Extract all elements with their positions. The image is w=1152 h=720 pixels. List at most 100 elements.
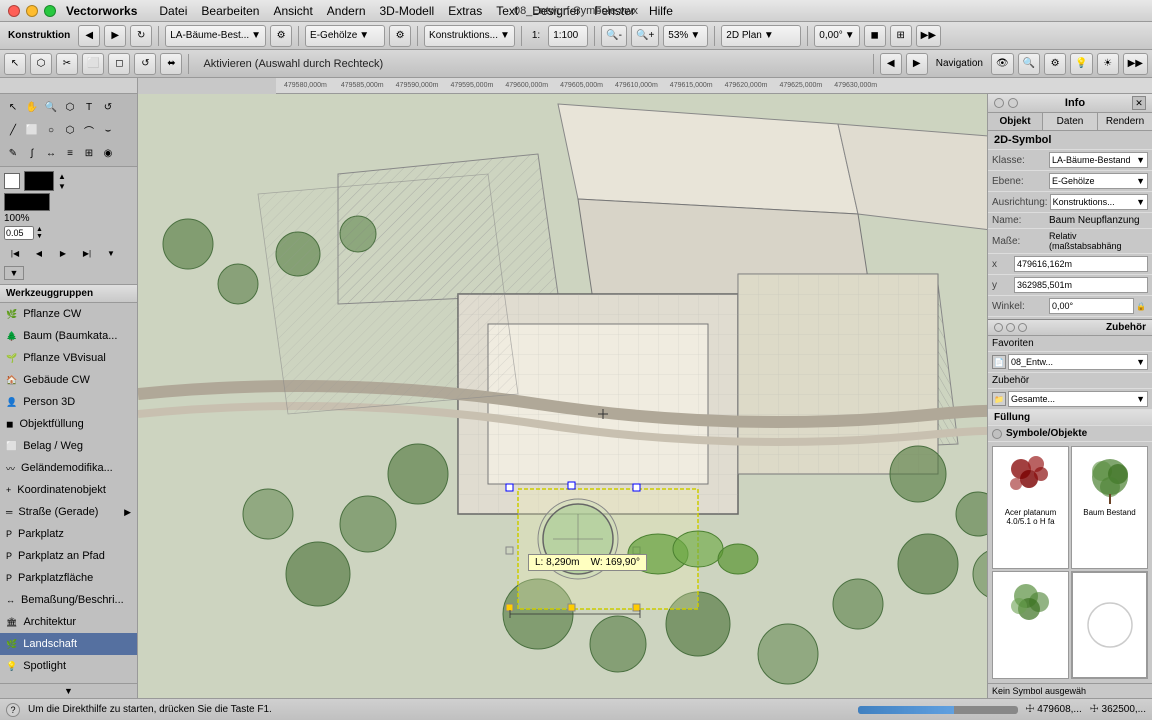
- color-up[interactable]: ▲: [58, 172, 66, 181]
- 3d-view-btn[interactable]: 👁: [991, 53, 1014, 75]
- fav-icon[interactable]: 📄: [992, 355, 1006, 369]
- color-down[interactable]: ▼: [58, 182, 66, 191]
- zub-dropdown[interactable]: Gesamte...▼: [1008, 391, 1148, 407]
- symbol-arrow[interactable]: ▼: [4, 266, 133, 280]
- fillet-tool[interactable]: ⌣: [97, 119, 119, 141]
- fill-black[interactable]: [4, 193, 50, 211]
- rotate-tool[interactable]: ↺: [134, 53, 156, 75]
- refresh-button[interactable]: ↻: [130, 25, 152, 47]
- rotate2-tool[interactable]: ↺: [97, 96, 119, 118]
- symbol-acer[interactable]: Acer platanum 4.0/5.1 o H fa: [992, 446, 1069, 569]
- reshape-tool[interactable]: ⬡: [30, 53, 52, 75]
- mirror-tool[interactable]: ⬌: [160, 53, 182, 75]
- symbol-kein[interactable]: [1071, 571, 1148, 679]
- klasse-dropdown[interactable]: LA-Bäume-Bestand▼: [1049, 152, 1148, 168]
- sidebar-item-bemass[interactable]: ↔ Bemaßung/Beschri...: [0, 589, 137, 611]
- sidebar-item-strasse[interactable]: ═ Straße (Gerade) ▶: [0, 501, 137, 523]
- view-3d-dropdown[interactable]: 2D Plan▼: [721, 25, 801, 47]
- select-tool[interactable]: ↖: [4, 53, 26, 75]
- zoom-out[interactable]: 🔍-: [601, 25, 627, 47]
- lineweight-input[interactable]: [4, 226, 34, 240]
- nav-next[interactable]: ▶: [906, 53, 928, 75]
- sidebar-item-geland[interactable]: 〰 Geländemodifika...: [0, 457, 137, 479]
- rotation-dropdown[interactable]: 0,00°▼: [814, 25, 859, 47]
- sidebar-item-parkplatzflache[interactable]: P Parkplatzfläche: [0, 567, 137, 589]
- light-btn[interactable]: 💡: [1070, 53, 1092, 75]
- scale-dropdown[interactable]: 1:100: [548, 25, 588, 47]
- sym-dropdown[interactable]: ▼: [4, 266, 24, 280]
- play-next[interactable]: ▶: [52, 242, 74, 264]
- clip-tool[interactable]: ✂: [56, 53, 78, 75]
- winkel-lock[interactable]: 🔒: [1136, 302, 1148, 311]
- layer-dropdown[interactable]: LA-Bäume-Best...▼: [165, 25, 266, 47]
- ausricht-dropdown[interactable]: Konstruktions...▼: [1050, 194, 1148, 210]
- lense-btn[interactable]: 🔍: [1018, 53, 1040, 75]
- ebene-dropdown[interactable]: E-Gehölze▼: [1049, 173, 1148, 189]
- y-input[interactable]: 362985,501m: [1014, 277, 1148, 293]
- view-dropdown[interactable]: Konstruktions...▼: [424, 25, 515, 47]
- class-dropdown[interactable]: E-Gehölze▼: [305, 25, 385, 47]
- sidebar-item-pflanze-cw[interactable]: 🌿 Pflanze CW: [0, 303, 137, 325]
- class-options[interactable]: ⚙: [389, 25, 411, 47]
- fav-dropdown[interactable]: 08_Entw...▼: [1008, 354, 1148, 370]
- lw-down[interactable]: ▼: [36, 233, 43, 240]
- minimize-button[interactable]: [26, 5, 38, 17]
- render-btn[interactable]: ⚙: [1044, 53, 1066, 75]
- menu-hilfe[interactable]: Hilfe: [649, 4, 673, 18]
- sidebar-item-person[interactable]: 👤 Person 3D: [0, 391, 137, 413]
- x-input[interactable]: 479616,162m: [1014, 256, 1148, 272]
- tab-objekt[interactable]: Objekt: [988, 113, 1043, 130]
- layer-options[interactable]: ⚙: [270, 25, 292, 47]
- menu-3d[interactable]: 3D-Modell: [380, 4, 435, 18]
- close-button[interactable]: [8, 5, 20, 17]
- symbol-green-small[interactable]: [992, 571, 1069, 679]
- stroke-color[interactable]: [4, 173, 20, 189]
- status-circle[interactable]: ?: [6, 703, 20, 717]
- view-options[interactable]: ⊞: [890, 25, 912, 47]
- fill-color[interactable]: [24, 171, 54, 191]
- play-prev[interactable]: ◀: [28, 242, 50, 264]
- zub-icon[interactable]: 📁: [992, 392, 1006, 406]
- sidebar-item-architektur[interactable]: 🏛 Architektur: [0, 611, 137, 633]
- canvas-area[interactable]: L: 8,290m W: 169,90°: [138, 94, 987, 698]
- menu-datei[interactable]: Datei: [159, 4, 187, 18]
- sidebar-item-parkplatz[interactable]: P Parkplatz: [0, 523, 137, 545]
- tab-daten[interactable]: Daten: [1043, 113, 1098, 130]
- maximize-button[interactable]: [44, 5, 56, 17]
- sidebar-item-landschaft[interactable]: 🌿 Landschaft: [0, 633, 137, 655]
- forward-button[interactable]: ▶: [104, 25, 126, 47]
- zoom-dropdown[interactable]: 53%▼: [663, 25, 708, 47]
- back-button[interactable]: ◀: [78, 25, 100, 47]
- werkzeuggruppen-header[interactable]: Werkzeuggruppen: [0, 285, 137, 303]
- 3d-tool[interactable]: ◻: [108, 53, 130, 75]
- symbol-baum-bestand[interactable]: Baum Bestand: [1071, 446, 1148, 569]
- more-btn2[interactable]: ▶▶: [1123, 53, 1148, 75]
- render-options[interactable]: ◼: [864, 25, 886, 47]
- play-start[interactable]: |◀: [4, 242, 26, 264]
- tab-rendern[interactable]: Rendern: [1098, 113, 1152, 130]
- menu-bearbeiten[interactable]: Bearbeiten: [201, 4, 259, 18]
- sidebar-item-koordinate[interactable]: + Koordinatenobjekt: [0, 479, 137, 501]
- menu-ansicht[interactable]: Ansicht: [273, 4, 312, 18]
- winkel-input[interactable]: 0,00°: [1049, 298, 1134, 314]
- sidebar-item-spotlight[interactable]: 💡 Spotlight: [0, 655, 137, 677]
- lw-up[interactable]: ▲: [36, 226, 43, 233]
- play-menu[interactable]: ▼: [100, 242, 122, 264]
- sidebar-item-baum[interactable]: 🌲 Baum (Baumkata...: [0, 325, 137, 347]
- more-options[interactable]: ▶▶: [916, 25, 941, 47]
- brightness-btn[interactable]: ☀: [1097, 53, 1119, 75]
- sidebar-item-gebaude[interactable]: 🏠 Gebäude CW: [0, 369, 137, 391]
- nav-prev[interactable]: ◀: [880, 53, 902, 75]
- 2d-tool[interactable]: ⬜: [82, 53, 104, 75]
- play-end[interactable]: ▶|: [76, 242, 98, 264]
- sidebar-item-belag[interactable]: ⬜ Belag / Weg: [0, 435, 137, 457]
- info-close-btn[interactable]: ✕: [1132, 96, 1146, 110]
- render2-tool[interactable]: ◉: [97, 142, 119, 164]
- menu-extras[interactable]: Extras: [448, 4, 482, 18]
- sidebar-item-objektfullung[interactable]: ◼ Objektfüllung: [0, 413, 137, 435]
- sidebar-item-parkplatz-pfad[interactable]: P Parkplatz an Pfad: [0, 545, 137, 567]
- sidebar-item-pflanze-vb[interactable]: 🌱 Pflanze VBvisual: [0, 347, 137, 369]
- zoom-in[interactable]: 🔍+: [631, 25, 659, 47]
- sidebar-expand[interactable]: ▼: [0, 683, 137, 698]
- menu-andern[interactable]: Andern: [327, 4, 366, 18]
